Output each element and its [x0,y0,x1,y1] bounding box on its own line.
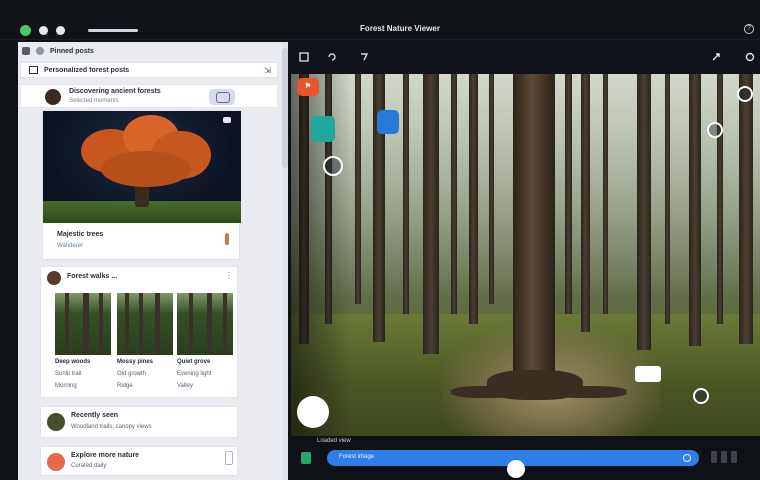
view-status-label: Loaded view [317,438,351,444]
left-panel-title: Pinned posts [50,47,94,55]
mode-button[interactable] [711,451,717,463]
thumb-line: Sunlit trail [55,371,82,377]
avatar[interactable] [47,413,65,431]
location-marker-icon[interactable] [707,122,723,138]
phone-icon[interactable] [225,451,233,465]
bookmark-icon[interactable] [225,233,229,245]
thumb-caption: Quiet grove [177,359,211,365]
thumb-line: Evening light [177,371,212,377]
list-item[interactable]: Recently seen Woodland trails, canopy vi… [40,406,238,438]
chat-icon[interactable] [223,117,231,123]
post-subtitle: Selected moments [69,98,119,104]
gallery-thumb-1[interactable] [55,293,111,355]
list-item[interactable]: Explore more nature Curated daily [40,446,238,476]
avatar[interactable] [47,453,65,471]
folder-icon[interactable] [22,47,30,55]
list-item-title: Recently seen [71,412,119,419]
thumb-line: Morning [55,383,77,389]
search-input[interactable] [44,66,244,74]
mode-button[interactable] [721,451,727,463]
comment-button[interactable] [209,89,235,105]
autumn-tree-image[interactable] [43,111,241,223]
avatar[interactable] [45,89,61,105]
progress-label: Forest image [339,454,375,460]
post-title: Discovering ancient forests [69,88,161,95]
image-viewer: ⚑ Loaded view Forest image [291,42,760,480]
left-panel: Pinned posts ⇲ Discovering ancient fores… [18,42,288,480]
viewer-toolbar [291,42,760,74]
gallery-card[interactable]: Forest walks ... ⋮ Deep woods Sunlit tra… [40,266,238,398]
bookmark-badge-icon[interactable] [377,110,399,134]
list-item-subtitle: Woodland trails, canopy views [71,424,152,430]
pin-icon[interactable] [36,47,44,55]
card-author-link[interactable]: Wanderer [57,243,83,249]
expand-icon[interactable] [711,52,721,62]
view-mode-buttons[interactable] [711,450,751,466]
window-controls [20,25,65,36]
location-marker-icon[interactable] [323,156,343,176]
mode-button[interactable] [731,451,737,463]
window-title: Forest Nature Viewer [360,24,440,33]
left-panel-header: Pinned posts [18,42,288,60]
window-icon [29,66,38,74]
list-item-title: Explore more nature [71,452,140,459]
capture-button[interactable] [297,396,329,428]
maximize-dot-icon[interactable] [56,26,65,35]
tag-badge-icon[interactable]: ⚑ [297,78,319,96]
refresh-icon[interactable] [683,454,691,462]
list-item-subtitle: Curated daily [71,463,107,469]
gallery-thumb-2[interactable] [117,293,173,355]
close-icon[interactable]: ⇲ [264,66,271,75]
location-marker-icon[interactable] [693,388,709,404]
avatar[interactable] [47,271,61,285]
viewer-bottombar: Loaded view Forest image [291,436,760,480]
help-icon[interactable]: ? [744,24,754,34]
gallery-author: Forest walks ... [67,273,118,280]
post-row[interactable]: Discovering ancient forests Selected mom… [20,84,278,108]
caption-bubble[interactable] [635,366,661,382]
thumb-caption: Mossy pines [117,359,154,365]
thumb-line: Ridge [117,383,133,389]
thumb-line: Valley [177,383,193,389]
gallery-thumb-3[interactable] [177,293,233,355]
redo-icon[interactable] [359,52,369,62]
image-icon[interactable] [299,52,309,62]
forest-image[interactable]: ⚑ [291,74,760,436]
map-icon[interactable] [301,452,311,464]
search-bar[interactable]: ⇲ [20,62,278,78]
location-marker-icon[interactable] [737,86,753,102]
window-titlebar: Forest Nature Viewer ? [0,0,760,40]
undo-icon[interactable] [327,52,337,62]
settings-icon[interactable] [745,52,755,62]
scrollbar-thumb[interactable] [282,48,288,168]
slider-handle[interactable] [507,460,525,478]
more-icon[interactable]: ⋮ [225,271,233,280]
card-caption: Majestic trees [57,231,104,238]
minimize-dot-icon[interactable] [39,26,48,35]
note-icon[interactable] [311,116,335,142]
image-card[interactable]: Majestic trees Wanderer [42,110,241,260]
thumb-caption: Deep woods [55,359,91,365]
app-logo-icon [20,25,31,36]
tab-indicator[interactable] [88,29,138,32]
thumb-line: Old growth [117,371,147,377]
